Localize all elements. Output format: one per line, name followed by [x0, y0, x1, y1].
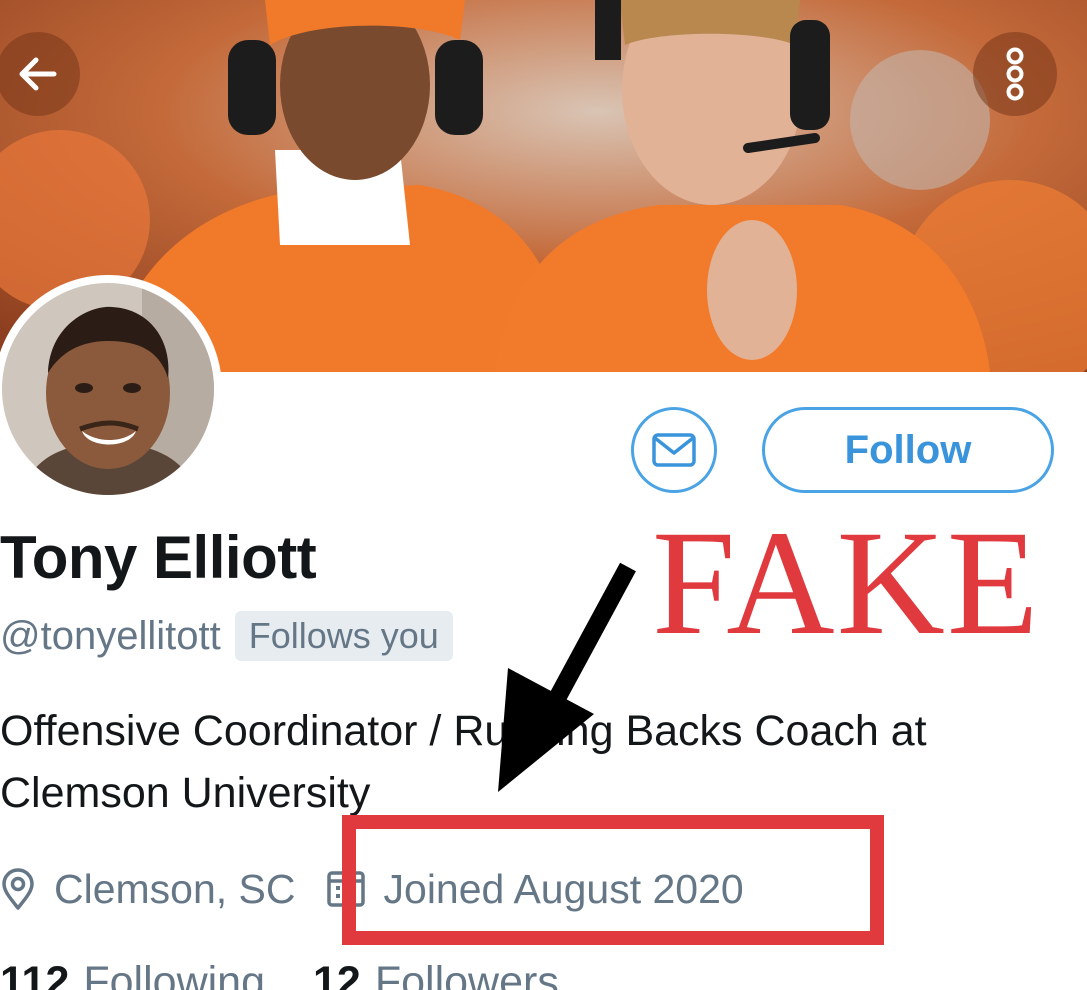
follow-counts: 112 Following 12 Followers	[0, 952, 559, 990]
arrow-left-icon	[14, 50, 62, 98]
handle-row: @tonyellitott Follows you	[0, 608, 453, 664]
avatar-photo	[2, 283, 214, 495]
location-item: Clemson, SC	[0, 866, 296, 913]
follow-button-label: Follow	[844, 427, 972, 472]
message-button[interactable]	[631, 407, 717, 493]
username-handle: @tonyellitott	[0, 613, 221, 658]
profile-bio: Offensive Coordinator / Running Backs Co…	[0, 707, 927, 817]
followers-count: 12	[313, 958, 361, 990]
profile-meta: Clemson, SC Joined August 2020	[0, 858, 744, 920]
back-button[interactable]	[0, 32, 80, 116]
location-pin-icon	[0, 867, 36, 911]
calendar-icon	[326, 869, 366, 909]
avatar[interactable]	[0, 275, 222, 503]
more-options-button[interactable]	[973, 32, 1057, 116]
following-link[interactable]: 112 Following	[0, 952, 265, 990]
following-count: 112	[0, 958, 70, 990]
followers-link[interactable]: 12 Followers	[313, 952, 559, 990]
joined-item: Joined August 2020	[326, 866, 744, 913]
follows-you-badge: Follows you	[234, 611, 453, 661]
envelope-icon	[651, 432, 697, 468]
profile-page: Follow Tony Elliott @tonyellitott Follow…	[0, 0, 1087, 990]
display-name: Tony Elliott	[0, 524, 317, 591]
joined-text: Joined August 2020	[383, 865, 744, 912]
fake-annotation-label: FAKE	[652, 500, 1041, 666]
location-text: Clemson, SC	[54, 865, 296, 912]
more-vertical-icon	[1000, 44, 1030, 104]
followers-label: Followers	[374, 958, 559, 990]
follow-button[interactable]: Follow	[762, 407, 1054, 493]
following-label: Following	[83, 958, 266, 990]
